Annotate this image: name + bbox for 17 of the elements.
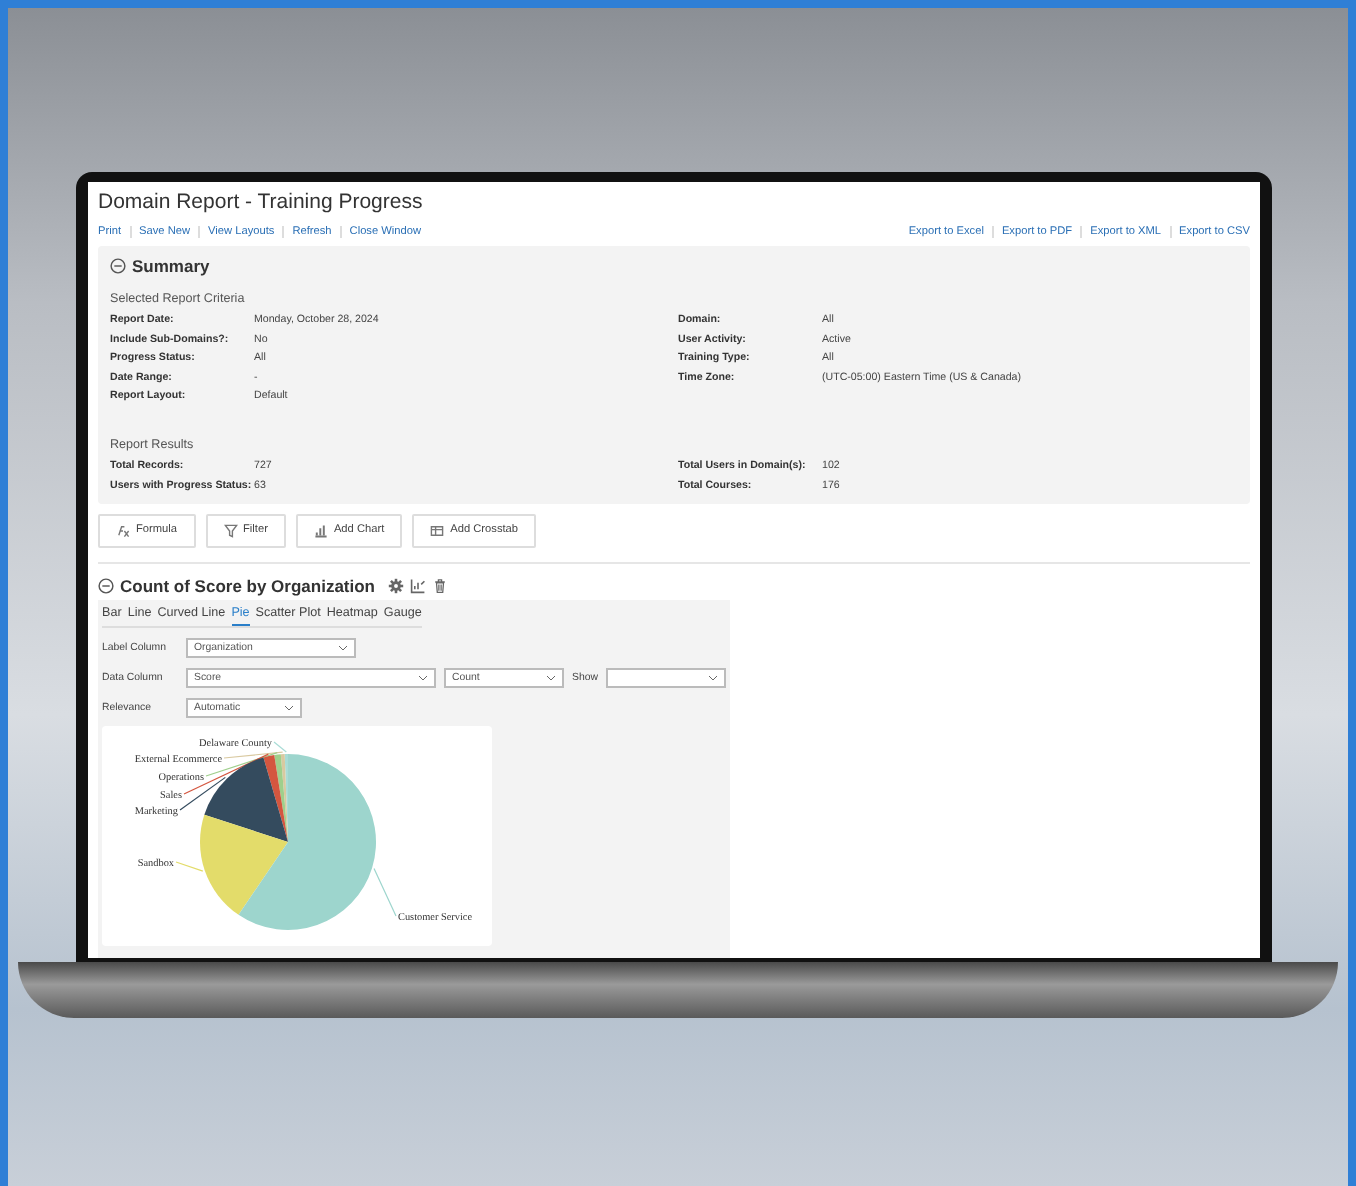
table-icon (430, 523, 445, 537)
settings-icon[interactable] (387, 577, 404, 593)
section-title: Summary (132, 256, 210, 276)
collapse-icon[interactable] (110, 258, 126, 274)
chevron-down-icon (546, 673, 556, 681)
chevron-down-icon (284, 703, 294, 711)
chart-title: Count of Score by Organization (120, 575, 376, 595)
chevron-down-icon (707, 673, 718, 681)
report-title: Domain Report - Training Progress (98, 188, 423, 214)
filter-icon (223, 523, 238, 537)
chart-edit-icon[interactable] (409, 577, 426, 593)
formula-icon (116, 523, 130, 537)
chevron-down-icon (338, 643, 348, 651)
collapse-icon[interactable] (98, 577, 114, 593)
trash-icon[interactable] (431, 577, 448, 593)
chevron-down-icon (418, 673, 428, 681)
bar-chart-icon (313, 523, 328, 537)
